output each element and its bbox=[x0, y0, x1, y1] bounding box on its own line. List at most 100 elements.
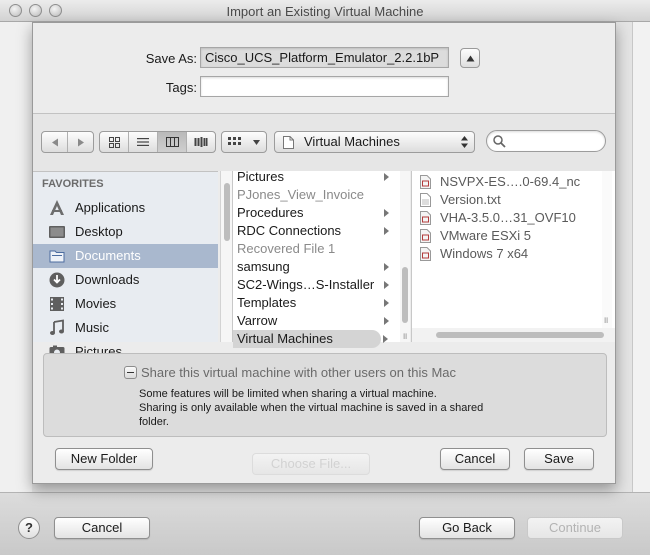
sidebar-item-documents[interactable]: Documents bbox=[33, 244, 218, 268]
column-view-button[interactable] bbox=[158, 132, 187, 152]
share-note-line-2: Sharing is only available when the virtu… bbox=[139, 402, 484, 414]
list-item-label: NSVPX-ES….0-69.4_nc bbox=[440, 174, 581, 189]
list-item-label: VHA-3.5.0…31_OVF10 bbox=[440, 210, 576, 225]
save-as-field[interactable]: Cisco_UCS_Platform_Emulator_2.2.1bP bbox=[200, 47, 449, 68]
list-item[interactable]: Version.txt bbox=[412, 191, 602, 209]
sidebar-item-label: Movies bbox=[75, 296, 117, 311]
list-item[interactable]: PJones_View_Invoice bbox=[233, 186, 401, 204]
list-item-label: Virtual Machines bbox=[237, 331, 333, 346]
list-view-button[interactable] bbox=[129, 132, 158, 152]
chevron-right-icon bbox=[384, 281, 389, 289]
list-item-label: Windows 7 x64 bbox=[440, 246, 529, 261]
list-item[interactable]: RDC Connections bbox=[233, 222, 401, 240]
folder-column-scroll-thumb[interactable] bbox=[402, 267, 408, 323]
new-folder-button[interactable]: New Folder bbox=[55, 448, 153, 470]
list-item-selected[interactable]: Virtual Machines bbox=[233, 330, 381, 348]
vmware-file-icon bbox=[420, 247, 431, 261]
music-icon bbox=[50, 319, 64, 335]
list-item[interactable]: VHA-3.5.0…31_OVF10 bbox=[412, 209, 602, 227]
list-item-label: SC2-Wings…S-Installer bbox=[237, 277, 375, 292]
horizontal-scrollbar[interactable] bbox=[412, 328, 615, 342]
documents-icon bbox=[49, 250, 65, 263]
icon-view-button[interactable] bbox=[100, 132, 129, 152]
share-checkbox[interactable] bbox=[124, 366, 137, 379]
wizard-bottom-bar: ? Cancel Go Back Continue bbox=[0, 492, 650, 555]
sidebar-item-downloads[interactable]: Downloads bbox=[33, 268, 218, 292]
title-bar: Import an Existing Virtual Machine bbox=[0, 0, 650, 22]
background-left-panel bbox=[0, 22, 32, 492]
save-button[interactable]: Save bbox=[524, 448, 594, 470]
folder-column-scrollbar[interactable]: ॥ bbox=[400, 171, 410, 342]
files-column-scrollbar[interactable]: ॥ bbox=[602, 171, 612, 328]
downloads-icon bbox=[49, 272, 65, 288]
sidebar-item-music[interactable]: Music bbox=[33, 316, 218, 340]
arrange-grid-icon bbox=[228, 137, 241, 145]
folder-document-icon bbox=[283, 136, 294, 149]
list-item-label: Varrow bbox=[237, 313, 278, 328]
share-options-panel: Share this virtual machine with other us… bbox=[43, 353, 607, 437]
share-note-line-3: folder. bbox=[139, 416, 169, 428]
sidebar-item-movies[interactable]: Movies bbox=[33, 292, 218, 316]
arrange-menu-button[interactable] bbox=[221, 131, 267, 153]
sidebar-item-applications[interactable]: Applications bbox=[33, 196, 218, 220]
column-resize-icon[interactable]: ॥ bbox=[603, 313, 608, 326]
chevron-down-icon bbox=[253, 139, 260, 145]
list-item[interactable]: Templates bbox=[233, 294, 401, 312]
search-icon bbox=[493, 135, 506, 148]
list-item[interactable]: samsung bbox=[233, 258, 401, 276]
location-popup-label: Virtual Machines bbox=[304, 134, 400, 149]
sheet-cancel-button[interactable]: Cancel bbox=[440, 448, 510, 470]
list-item[interactable]: Varrow bbox=[233, 312, 401, 330]
list-item[interactable]: Windows 7 x64 bbox=[412, 245, 602, 263]
continue-button[interactable]: Continue bbox=[527, 517, 623, 539]
list-item-label: PJones_View_Invoice bbox=[237, 187, 364, 202]
expand-dialog-button[interactable] bbox=[460, 48, 480, 68]
choose-file-button[interactable]: Choose File... bbox=[252, 453, 370, 475]
chevron-right-icon bbox=[384, 209, 389, 217]
search-field[interactable] bbox=[486, 130, 606, 152]
column-resize-icon[interactable]: ॥ bbox=[402, 329, 407, 342]
back-arrow-icon bbox=[51, 138, 58, 146]
text-file-icon bbox=[420, 193, 431, 207]
wizard-cancel-button[interactable]: Cancel bbox=[54, 517, 150, 539]
location-popup[interactable]: Virtual Machines bbox=[274, 131, 475, 153]
help-button[interactable]: ? bbox=[18, 517, 40, 539]
sidebar-scrollbar[interactable] bbox=[220, 171, 232, 342]
sidebar-item-label: Documents bbox=[75, 248, 141, 263]
sidebar-item-pictures[interactable]: Pictures bbox=[33, 340, 218, 359]
chevron-right-icon bbox=[384, 317, 389, 325]
favorites-heading: FAVORITES bbox=[42, 178, 104, 190]
list-item-label: Recovered File 1 bbox=[237, 241, 336, 256]
back-forward-control bbox=[41, 131, 94, 153]
forward-button[interactable] bbox=[68, 132, 93, 152]
list-view-icon bbox=[137, 138, 149, 146]
applications-icon bbox=[50, 200, 64, 215]
list-item-label: RDC Connections bbox=[237, 223, 342, 238]
horizontal-scroll-thumb[interactable] bbox=[436, 332, 604, 338]
list-item[interactable]: Recovered File 1 bbox=[233, 240, 401, 258]
list-item[interactable]: NSVPX-ES….0-69.4_nc bbox=[412, 173, 602, 191]
list-item[interactable]: Pictures bbox=[233, 168, 401, 186]
list-item[interactable]: Procedures bbox=[233, 204, 401, 222]
share-checkbox-label[interactable]: Share this virtual machine with other us… bbox=[141, 365, 456, 380]
chevron-right-icon bbox=[384, 299, 389, 307]
go-back-button[interactable]: Go Back bbox=[419, 517, 515, 539]
back-button[interactable] bbox=[42, 132, 68, 152]
sidebar-scroll-thumb[interactable] bbox=[224, 183, 230, 241]
chevron-right-icon bbox=[384, 173, 389, 181]
updown-arrows-icon bbox=[461, 136, 468, 148]
folder-column: Pictures PJones_View_Invoice Procedures … bbox=[232, 168, 401, 348]
cover-flow-button[interactable] bbox=[187, 132, 215, 152]
list-item-label: Pictures bbox=[237, 169, 284, 184]
list-item-label: Templates bbox=[237, 295, 297, 310]
files-column: NSVPX-ES….0-69.4_nc Version.txt VHA-3.5.… bbox=[411, 171, 615, 342]
tags-field[interactable] bbox=[200, 76, 449, 97]
list-item-label: samsung bbox=[237, 259, 290, 274]
view-mode-control bbox=[99, 131, 216, 153]
list-item[interactable]: VMware ESXi 5 bbox=[412, 227, 602, 245]
sidebar-item-desktop[interactable]: Desktop bbox=[33, 220, 218, 244]
vmware-file-icon bbox=[420, 211, 431, 225]
list-item[interactable]: SC2-Wings…S-Installer bbox=[233, 276, 401, 294]
window-title: Import an Existing Virtual Machine bbox=[226, 4, 424, 19]
movies-icon bbox=[50, 297, 64, 311]
